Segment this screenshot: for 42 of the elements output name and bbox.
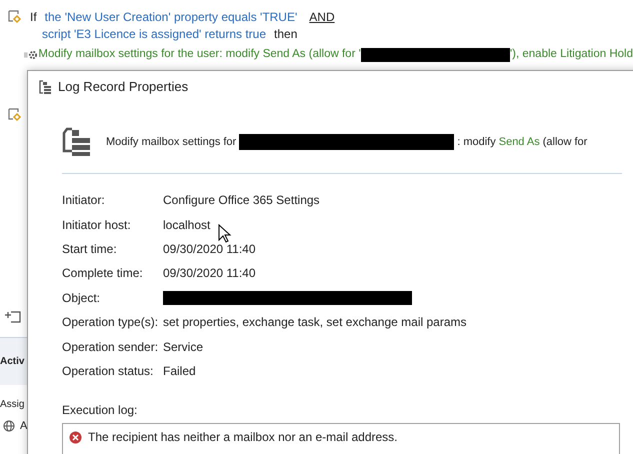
header-text: (allow for [542,134,588,150]
document-icon [62,127,92,157]
field-label: Initiator: [62,192,106,210]
log-label: Execution log: [62,402,138,420]
field-label: Operation status: [62,362,154,380]
log-icon [38,80,52,94]
field-label: Operation sender: [62,338,160,356]
globe-icon [3,420,15,432]
then-keyword: then [274,26,298,43]
dialog-title: Log Record Properties [58,78,188,96]
field-label: Start time: [62,240,118,258]
mouse-cursor-icon [218,224,232,244]
operator-link[interactable]: AND [309,8,335,26]
field-label: Object: [62,290,102,307]
field-value: 09/30/2020 11:40 [163,265,256,282]
send-as-link[interactable]: Send As [498,134,540,150]
header-text: Modify mailbox settings for [106,134,236,150]
field-label: Complete time: [62,265,144,282]
rule-icon [8,108,22,122]
field-value: Service [163,338,204,356]
field-label: Operation type(s): [62,314,160,332]
field-label: Initiator host: [62,216,132,234]
item-label: Assig [0,398,24,412]
field-value: Failed [163,362,196,380]
gear-icon [24,49,38,61]
rule-icon [8,10,22,24]
header-text: : modify [457,134,496,150]
action-text[interactable]: '), enable Litigation Hold [510,46,633,64]
field-value: 09/30/2020 11:40 [163,240,256,258]
field-value: Configure Office 365 Settings [163,192,320,210]
error-icon [69,430,82,444]
section-heading: Activ [0,355,24,369]
action-text[interactable]: Modify mailbox settings for the user: modify Send As (allow for ' [38,46,361,64]
field-value: set properties, exchange task, set exchange mail params [163,314,466,332]
field-value: localhost [163,216,210,234]
log-message: The recipient has neither a mailbox nor an e-mail address. [88,429,398,446]
condition-link[interactable]: the 'New User Creation' property equals 'TRUE' [44,8,298,26]
if-keyword: If [30,9,37,26]
item-label: A [20,419,28,434]
section-background [0,337,30,385]
add-icon [4,310,22,324]
condition-link[interactable]: script 'E3 Licence is assigned' returns true [42,25,266,43]
